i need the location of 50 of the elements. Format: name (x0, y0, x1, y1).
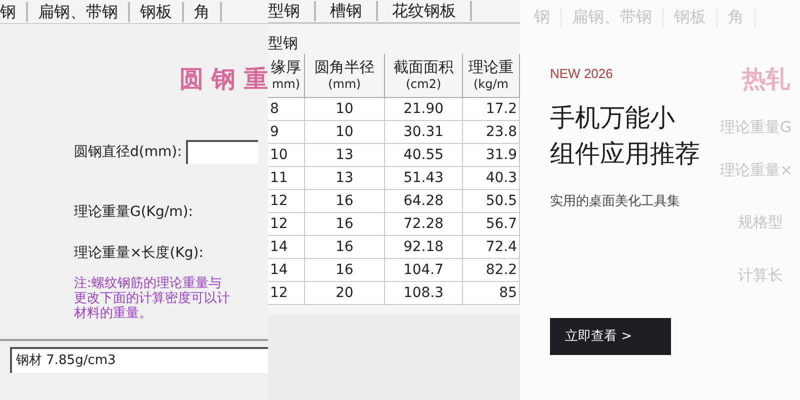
table-cell: 10 (305, 98, 385, 120)
column-header: 截面面积 (cm2) (385, 54, 463, 97)
column-header: 缘厚 mm) (268, 54, 305, 97)
table-cell: 30.31 (385, 121, 463, 143)
subtitle: 实用的桌面美化工具集 (550, 193, 680, 211)
table-cell: 8 (268, 98, 305, 120)
table-cell: 11 (268, 167, 305, 189)
tab[interactable]: 型钢 (268, 1, 316, 21)
table-cell: 12 (268, 190, 305, 212)
table-cell: 16 (305, 213, 385, 235)
input-field[interactable] (186, 140, 258, 164)
eyebrow-text: NEW 2026 (550, 65, 613, 83)
table-cell: 10 (268, 144, 305, 166)
table-cell: 14 (268, 236, 305, 258)
table-cell: 12 (268, 213, 305, 235)
table-cell: 10 (305, 121, 385, 143)
density-field[interactable]: 钢材 7.85g/cm3 (10, 347, 268, 373)
headline: 手机万能小 组件应用推荐 (550, 102, 700, 170)
tab[interactable]: 钢板 (130, 2, 184, 22)
section-title: 型钢 (268, 33, 299, 54)
field-label: 理论重量G(Kg/m): (74, 203, 194, 222)
table-cell: 16 (305, 236, 385, 258)
calculator-title: 圆 钢 重 (179, 64, 268, 94)
tab[interactable]: 角 (184, 2, 222, 22)
table-cell: 40.55 (385, 144, 463, 166)
table-cell: 13 (305, 167, 385, 189)
table-cell: 12 (268, 282, 305, 304)
field-label: 理论重量×长度(Kg): (74, 244, 204, 263)
view-now-button[interactable]: 立即查看 > (550, 318, 671, 355)
field-label: 圆钢直径d(mm): (74, 142, 182, 162)
tab[interactable]: 槽钢 (316, 1, 378, 21)
table-cell: 14 (268, 259, 305, 281)
table-cell: 72.28 (385, 213, 463, 235)
table-cell: 104.7 (385, 259, 463, 281)
table-cell: 21.90 (385, 98, 463, 120)
table-cell: 16 (305, 259, 385, 281)
table-cell: 108.3 (385, 282, 463, 304)
table-cell: 51.43 (385, 167, 463, 189)
table-cell: 64.28 (385, 190, 463, 212)
column-header: 圆角半径 (mm) (305, 54, 385, 97)
faded-title: 热轧 (742, 64, 792, 94)
tab[interactable]: 扁钢、带钢 (28, 2, 130, 22)
tab[interactable]: 花纹钢板 (378, 1, 472, 21)
table-cell: 9 (268, 121, 305, 143)
note-text: 注:螺纹钢筋的理论重量与 更改下面的计算密度可以计 材料的重量。 (74, 276, 231, 321)
table-cell: 16 (305, 190, 385, 212)
tab[interactable]: 钢 (0, 2, 28, 22)
table-cell: 20 (305, 282, 385, 304)
table-cell: 92.18 (385, 236, 463, 258)
table-cell: 13 (305, 144, 385, 166)
